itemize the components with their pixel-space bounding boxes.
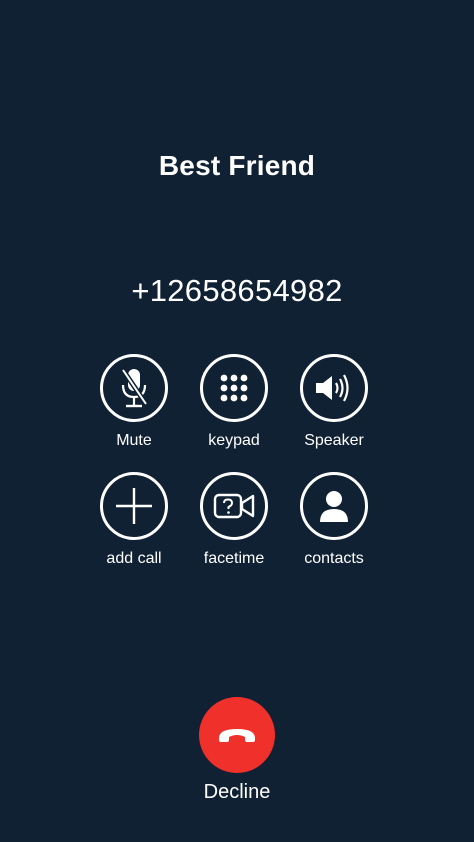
contacts-button-circle[interactable]	[300, 472, 368, 540]
microphone-muted-icon	[120, 368, 149, 408]
keypad-icon	[220, 374, 248, 402]
contacts-button[interactable]: contacts	[300, 472, 368, 568]
facetime-label: facetime	[203, 550, 265, 567]
keypad-button-circle[interactable]	[200, 354, 268, 422]
speaker-button-circle[interactable]	[300, 354, 368, 422]
facetime-button-circle[interactable]	[200, 472, 268, 540]
mute-button[interactable]: Mute	[100, 354, 168, 450]
incoming-call-screen: Best Friend +12658654982 Mute keypad Spe…	[0, 0, 474, 842]
plus-icon	[116, 488, 152, 524]
hang-up-phone-icon	[219, 729, 255, 742]
decline-label: Decline	[203, 781, 271, 803]
speaker-button[interactable]: Speaker	[300, 354, 368, 450]
speaker-label: Speaker	[304, 432, 364, 449]
add-call-button-circle[interactable]	[100, 472, 168, 540]
caller-number: +12658654982	[131, 273, 343, 308]
contacts-label: contacts	[304, 550, 364, 567]
speaker-icon	[316, 374, 349, 402]
call-controls: Mute keypad Speaker add call facetime co…	[100, 354, 368, 568]
keypad-label: keypad	[208, 432, 260, 449]
contact-icon	[320, 491, 348, 522]
facetime-button[interactable]: facetime	[200, 472, 268, 568]
mute-label: Mute	[116, 432, 152, 449]
caller-name: Best Friend	[158, 150, 316, 181]
decline-area: Decline	[0, 697, 474, 804]
mute-button-circle[interactable]	[100, 354, 168, 422]
decline-button[interactable]	[199, 697, 275, 773]
video-camera-icon	[213, 493, 255, 519]
add-call-button[interactable]: add call	[100, 472, 168, 568]
keypad-button[interactable]: keypad	[200, 354, 268, 450]
add-call-label: add call	[106, 550, 162, 567]
